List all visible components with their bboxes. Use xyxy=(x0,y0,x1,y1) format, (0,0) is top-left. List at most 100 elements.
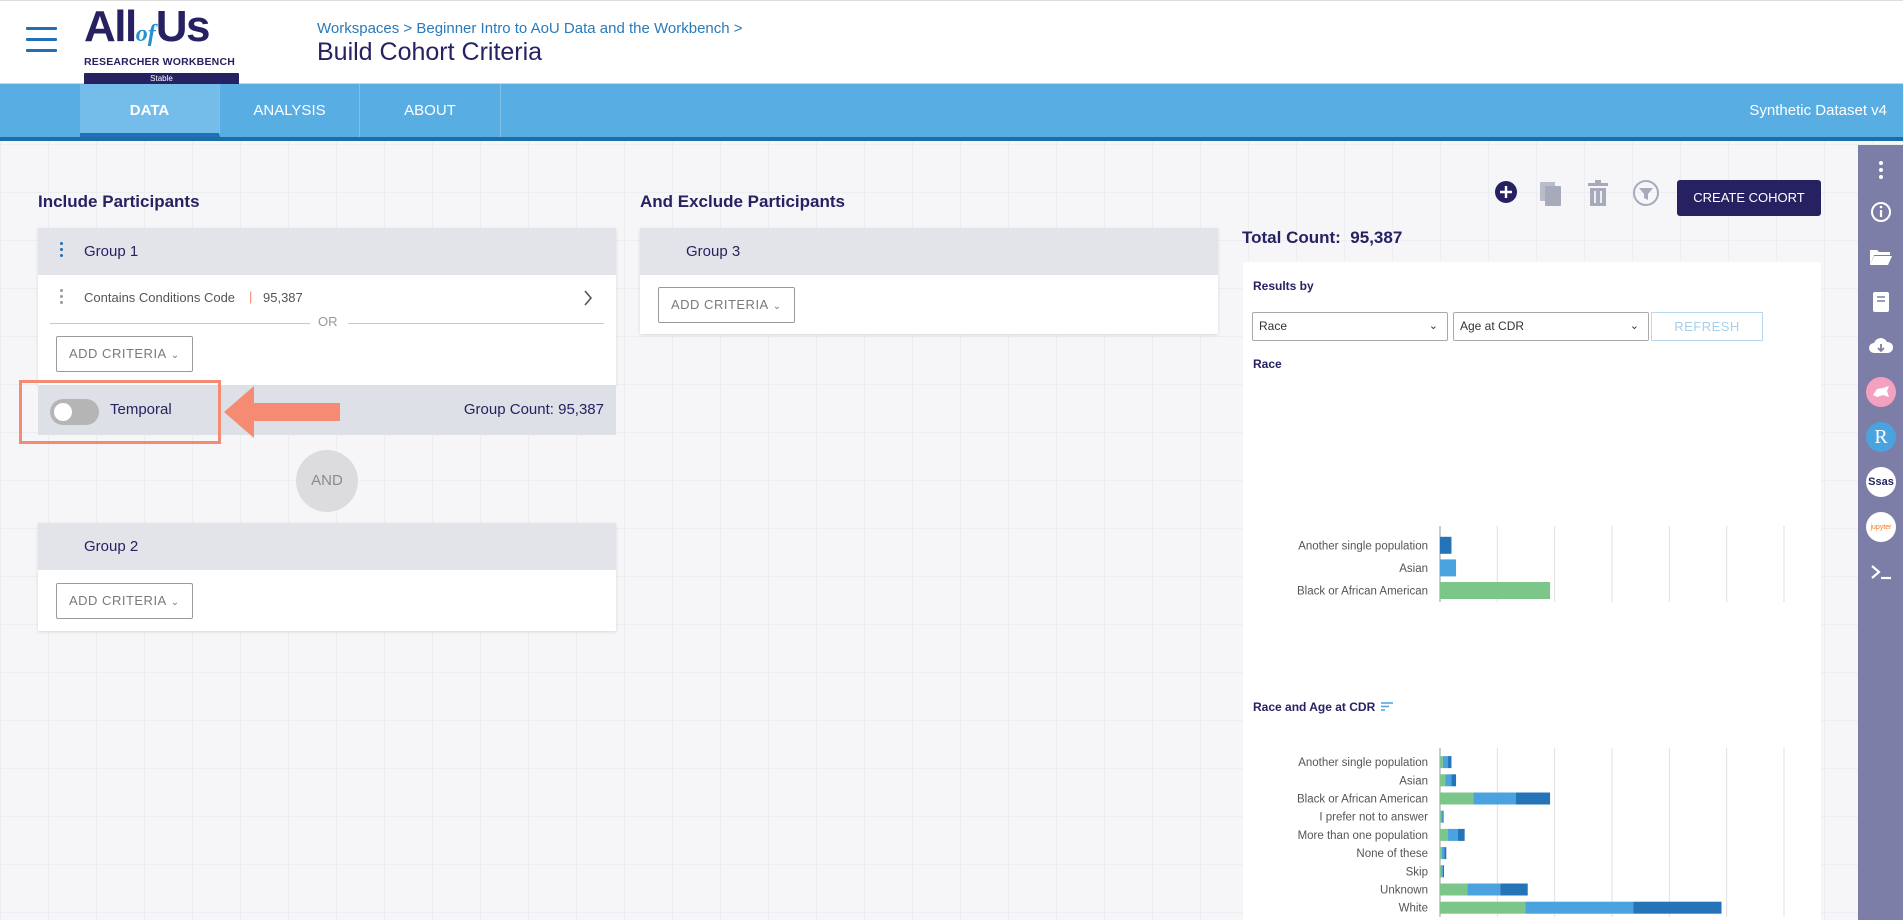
stacked-bar-segment xyxy=(1444,847,1447,860)
more-vert-icon[interactable] xyxy=(1866,155,1896,185)
criteria-menu-icon[interactable] xyxy=(60,289,64,307)
terminal-icon[interactable] xyxy=(1866,557,1896,587)
annotation-arrow-icon xyxy=(224,386,340,438)
copy-icon[interactable] xyxy=(1539,181,1563,207)
cloud-download-icon[interactable] xyxy=(1866,332,1896,362)
refresh-button[interactable]: REFRESH xyxy=(1651,312,1763,341)
stacked-bar-segment xyxy=(1440,828,1449,841)
workspace-nav: DATA ANALYSIS ABOUT Synthetic Dataset v4 xyxy=(0,84,1903,141)
stacked-bar-segment xyxy=(1440,883,1468,896)
bar xyxy=(1440,536,1452,554)
create-cohort-button[interactable]: CREATE COHORT xyxy=(1677,180,1821,216)
stacked-bar-segment xyxy=(1500,883,1528,896)
dataset-label: Synthetic Dataset v4 xyxy=(1749,102,1887,119)
results-by-select-age[interactable]: Age at CDR ⌄ xyxy=(1453,312,1649,341)
stacked-bar-segment xyxy=(1445,774,1452,787)
category-label: Black or African American xyxy=(1297,586,1428,598)
info-icon[interactable] xyxy=(1866,197,1896,227)
bar xyxy=(1440,559,1457,577)
stacked-bar-segment xyxy=(1440,865,1442,878)
group-1-add-criteria-button[interactable]: ADD CRITERIA ⌄ xyxy=(56,336,193,372)
category-label: None of these xyxy=(1356,848,1428,860)
r-icon[interactable]: R xyxy=(1866,422,1896,452)
tab-about[interactable]: ABOUT xyxy=(360,84,501,137)
breadcrumb[interactable]: Workspaces > Beginner Intro to AoU Data … xyxy=(317,20,743,37)
group-3-card: Group 3 ADD CRITERIA ⌄ xyxy=(640,228,1218,334)
stacked-bar-segment xyxy=(1442,865,1445,878)
category-label: Unknown xyxy=(1380,885,1428,897)
chevron-right-icon[interactable] xyxy=(583,290,593,306)
criteria-label: Contains Conditions Code xyxy=(84,290,236,305)
stacked-bar-segment xyxy=(1467,883,1501,896)
stacked-bar-segment xyxy=(1448,756,1452,769)
results-by-select-race[interactable]: Race ⌄ xyxy=(1252,312,1448,341)
race-age-stacked-chart: Another single population Asian Black or A… xyxy=(1297,748,1785,917)
category-label: Another single population xyxy=(1298,540,1428,552)
stacked-bar-segment xyxy=(1442,810,1444,823)
stacked-bar-segment xyxy=(1440,756,1443,769)
category-label: Another single population xyxy=(1298,757,1428,769)
sas-icon[interactable]: Ssas xyxy=(1866,467,1896,497)
results-by-label: Results by xyxy=(1253,279,1314,293)
jupyter-icon[interactable]: jupyter xyxy=(1866,512,1896,542)
hamburger-menu-icon[interactable] xyxy=(26,27,57,53)
group-1-card: Group 1 Contains Conditions Code | 95,38… xyxy=(38,228,616,386)
cromwell-icon[interactable] xyxy=(1866,377,1896,407)
total-count-value: 95,387 xyxy=(1350,228,1403,247)
group-1-title: Group 1 xyxy=(84,243,139,260)
add-circle-icon[interactable] xyxy=(1494,180,1518,204)
stacked-bar-segment xyxy=(1441,847,1445,860)
stacked-bar-segment xyxy=(1440,774,1446,787)
stacked-bar-segment xyxy=(1633,901,1722,914)
category-label: Skip xyxy=(1406,866,1428,878)
stacked-bar-segment xyxy=(1448,828,1458,841)
and-connector: AND xyxy=(296,450,358,512)
stacked-bar-segment xyxy=(1525,901,1634,914)
race-bar-chart: Another single population Asian Black or A… xyxy=(1297,526,1785,602)
or-divider-left xyxy=(50,323,310,324)
group-1-header: Group 1 xyxy=(38,228,616,275)
stacked-bar-segment xyxy=(1473,792,1516,805)
or-label: OR xyxy=(318,314,338,329)
stacked-bar-segment xyxy=(1442,756,1449,769)
chevron-down-icon: ⌄ xyxy=(1629,320,1639,332)
tab-analysis[interactable]: ANALYSIS xyxy=(220,84,360,137)
filter-icon[interactable] xyxy=(1633,180,1659,206)
book-icon[interactable] xyxy=(1866,287,1896,317)
top-header: AllofUs RESEARCHER WORKBENCH Stable Work… xyxy=(0,0,1903,85)
group-2-title: Group 2 xyxy=(84,538,139,555)
stacked-bar-segment xyxy=(1440,901,1526,914)
page-title: Build Cohort Criteria xyxy=(317,38,543,66)
category-label: More than one population xyxy=(1298,830,1428,842)
group-3-title: Group 3 xyxy=(686,243,741,260)
highlight-annotation-box xyxy=(19,380,221,444)
stacked-bar-segment xyxy=(1440,847,1442,860)
tab-data[interactable]: DATA xyxy=(80,84,220,137)
group-2-card: Group 2 ADD CRITERIA ⌄ xyxy=(38,523,616,631)
group-2-add-criteria-button[interactable]: ADD CRITERIA ⌄ xyxy=(56,583,193,619)
stacked-bar-segment xyxy=(1451,774,1457,787)
criteria-separator: | xyxy=(249,289,253,304)
stacked-bar-segment xyxy=(1440,810,1442,823)
group-2-header: Group 2 xyxy=(38,523,616,570)
race-chart-title: Race xyxy=(1253,357,1282,371)
stacked-bar-segment xyxy=(1440,792,1474,805)
stacked-bar-segment xyxy=(1457,828,1465,841)
group-count: Group Count: 95,387 xyxy=(463,401,604,418)
all-of-us-logo[interactable]: AllofUs RESEARCHER WORKBENCH Stable xyxy=(84,5,239,85)
trash-icon[interactable] xyxy=(1587,180,1609,206)
category-label: Asian xyxy=(1399,775,1428,787)
race-age-chart-title: Race and Age at CDR xyxy=(1253,700,1393,714)
group-3-add-criteria-button[interactable]: ADD CRITERIA ⌄ xyxy=(658,287,795,323)
criteria-count: 95,387 xyxy=(263,290,303,305)
group-1-menu-icon[interactable] xyxy=(60,242,64,260)
stacked-bar-segment xyxy=(1515,792,1551,805)
chevron-down-icon: ⌄ xyxy=(1428,320,1438,332)
folder-open-icon[interactable] xyxy=(1866,242,1896,272)
category-label: I prefer not to answer xyxy=(1319,812,1428,824)
bar xyxy=(1440,582,1551,599)
include-participants-title: Include Participants xyxy=(38,192,200,211)
category-label: Black or African American xyxy=(1297,794,1428,806)
or-divider-right xyxy=(348,323,604,324)
sort-icon[interactable] xyxy=(1380,702,1393,711)
